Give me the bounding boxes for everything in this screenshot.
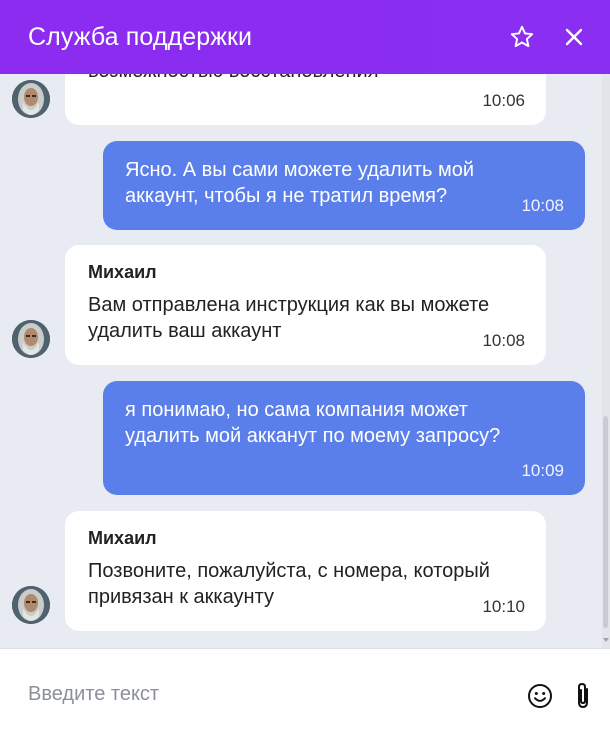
chat-header: Служба поддержки <box>0 0 610 74</box>
message-time: 10:09 <box>521 461 564 480</box>
agent-avatar <box>12 80 50 118</box>
agent-message: Михаил Позвоните, пожалуйста, с номера, … <box>65 511 546 631</box>
close-button[interactable] <box>554 17 594 57</box>
sender-name: Михаил <box>88 528 157 548</box>
message-time: 10:08 <box>521 196 564 215</box>
attach-button[interactable] <box>572 681 594 711</box>
scroll-down-arrow-icon[interactable] <box>603 638 609 642</box>
agent-avatar <box>12 586 50 624</box>
message-text: Ясно. А вы сами можете удалить мой аккау… <box>125 159 475 207</box>
sender-name: Михаил <box>88 262 157 282</box>
message-input[interactable] <box>26 667 500 721</box>
agent-avatar <box>12 320 50 358</box>
message-scrollbar[interactable] <box>602 74 610 648</box>
message-text: возможностью восстановления <box>88 74 524 84</box>
paperclip-icon <box>578 682 588 709</box>
star-icon <box>510 25 534 48</box>
message-composer <box>0 648 610 737</box>
user-message: Ясно. А вы сами можете удалить мой аккау… <box>103 141 585 230</box>
emoji-button[interactable] <box>527 683 553 709</box>
agent-message: Михаил Вам отправлена инструкция как вы … <box>65 245 546 365</box>
message-time: 10:10 <box>482 597 525 616</box>
message-text: Вам отправлена инструкция как вы можете … <box>88 294 490 342</box>
message-list[interactable]: удаляется, будет удален возможностью вос… <box>0 74 610 648</box>
chat-title: Служба поддержки <box>28 22 253 51</box>
emoji-icon <box>528 684 552 708</box>
user-message: я понимаю, но сама компания может удалит… <box>103 381 585 495</box>
message-time: 10:06 <box>482 91 525 110</box>
message-text: Позвоните, пожалуйста, с номера, который… <box>88 560 490 608</box>
favorite-button[interactable] <box>502 17 542 57</box>
message-time: 10:08 <box>482 331 525 350</box>
close-icon <box>565 28 583 46</box>
agent-message: удаляется, будет удален возможностью вос… <box>65 74 546 125</box>
support-chat-window: Служба поддержки удаляется, будет удален… <box>0 0 610 737</box>
scrollbar-thumb[interactable] <box>603 416 608 628</box>
message-text: я понимаю, но сама компания может удалит… <box>125 399 501 447</box>
